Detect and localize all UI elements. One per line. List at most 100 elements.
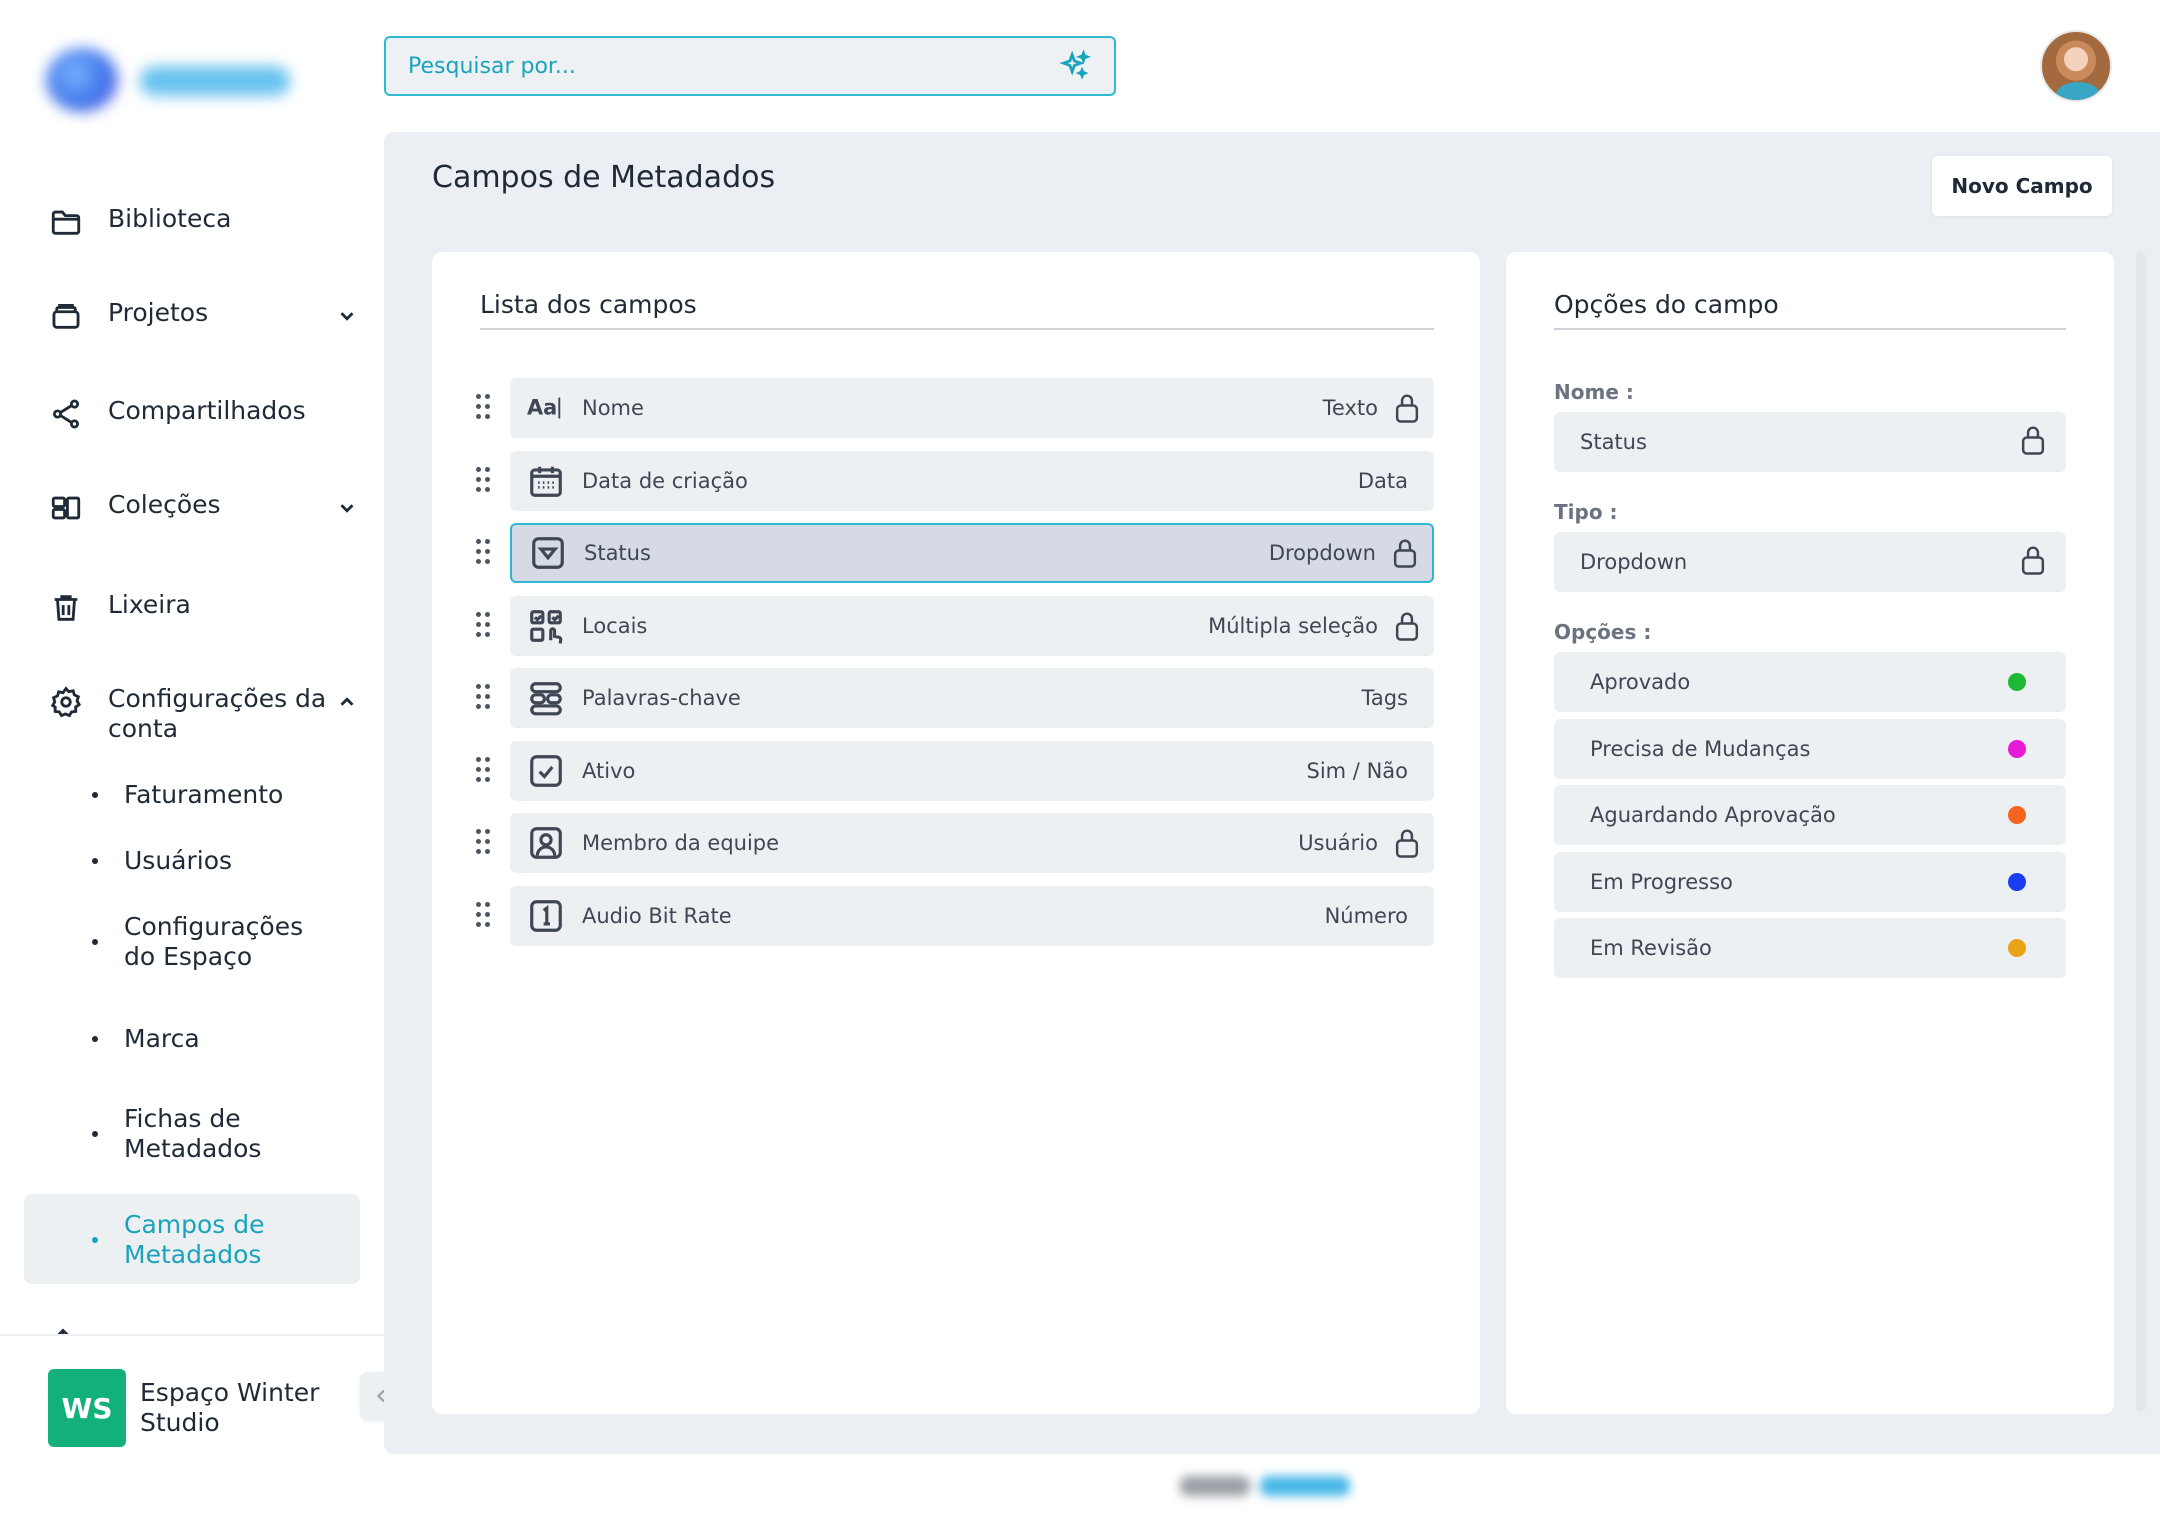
user-icon — [526, 823, 566, 863]
option-item[interactable]: Em Revisão — [1554, 918, 2066, 978]
field-type: Dropdown — [1268, 541, 1376, 565]
sidebar-subitem-label: Marca — [124, 1024, 200, 1053]
chevron-up-icon[interactable] — [336, 690, 358, 712]
svg-text:Aa: Aa — [527, 396, 557, 420]
option-item[interactable]: Precisa de Mudanças — [1554, 718, 2066, 779]
field-type: Texto — [1322, 396, 1378, 420]
option-item[interactable]: Aprovado — [1554, 652, 2066, 712]
sidebar-subitem-label: Configurações do Espaço — [124, 912, 304, 971]
sidebar-subitem-configuracoes-espaco[interactable]: Configurações do Espaço — [92, 912, 342, 972]
option-item[interactable]: Aguardando Aprovação — [1554, 785, 2066, 845]
drag-handle-icon[interactable] — [476, 539, 492, 567]
option-item[interactable]: Em Progresso — [1554, 851, 2066, 912]
page-title: Campos de Metadados — [432, 160, 776, 195]
sidebar-subitem-marca[interactable]: Marca — [92, 1024, 342, 1054]
sidebar-item-lixeira[interactable]: Lixeira — [48, 590, 358, 626]
checkbox-icon — [526, 751, 566, 791]
scrollbar[interactable] — [2136, 252, 2146, 1412]
lock-icon — [1392, 610, 1422, 642]
upload-icon — [57, 1328, 69, 1334]
field-options-title: Opções do campo — [1554, 290, 1779, 319]
divider — [1554, 328, 2066, 330]
field-item[interactable]: Audio Bit Rate Número — [510, 885, 1434, 946]
type-field[interactable]: Dropdown — [1554, 532, 2066, 592]
sidebar-subitem-faturamento[interactable]: Faturamento — [92, 780, 342, 810]
field-row[interactable]: Palavras-chave Tags — [432, 668, 1434, 728]
sidebar-item-label: Coleções — [108, 490, 221, 519]
field-item[interactable]: Status Dropdown — [510, 523, 1434, 583]
field-item[interactable]: Locais Múltipla seleção — [510, 595, 1434, 656]
field-item[interactable]: Ativo Sim / Não — [510, 740, 1434, 801]
option-label: Precisa de Mudanças — [1590, 736, 1811, 761]
sidebar-subitem-campos-metadados[interactable]: Campos de Metadados — [24, 1194, 360, 1284]
drag-handle-icon[interactable] — [476, 684, 492, 712]
search-input[interactable] — [408, 53, 1058, 79]
workspace-switcher[interactable]: WS Espaço Winter Studio — [48, 1369, 340, 1447]
new-field-button[interactable]: Novo Campo — [1932, 156, 2112, 216]
main-panel: Campos de Metadados Novo Campo Lista dos… — [384, 132, 2160, 1454]
chevron-down-icon[interactable] — [336, 496, 358, 518]
ai-sparkle-icon[interactable] — [1058, 49, 1092, 83]
sidebar-subitem-fichas-metadados[interactable]: Fichas de Metadados — [92, 1104, 342, 1164]
option-label: Em Revisão — [1590, 936, 1712, 960]
field-item[interactable]: Data de criação Data — [510, 450, 1434, 511]
field-type: Sim / Não — [1306, 758, 1408, 783]
sidebar-subitem-usuarios[interactable]: Usuários — [92, 846, 342, 876]
field-name: Data de criação — [582, 468, 748, 493]
type-value: Dropdown — [1580, 550, 1688, 574]
field-name: Palavras-chave — [582, 686, 741, 710]
sidebar-item-compartilhados[interactable]: Compartilhados — [48, 396, 358, 432]
text-icon: Aa — [526, 388, 566, 428]
field-type: Tags — [1361, 686, 1409, 710]
field-row[interactable]: Data de criação Data — [432, 450, 1434, 511]
field-name: Nome — [582, 396, 644, 420]
number-icon — [526, 896, 566, 936]
field-type: Data — [1357, 468, 1408, 493]
field-item[interactable]: Aa Nome Texto — [510, 378, 1434, 438]
sidebar-subitem-label: Faturamento — [124, 780, 284, 809]
sidebar-subitem-label: Campos de Metadados — [124, 1210, 265, 1269]
sidebar-item-biblioteca[interactable]: Biblioteca — [48, 204, 358, 240]
color-dot-icon[interactable] — [2008, 739, 2026, 758]
options-label: Opções : — [1554, 620, 1652, 644]
sidebar-item-projetos[interactable]: Projetos — [48, 298, 358, 334]
field-name: Membro da equipe — [582, 831, 780, 855]
color-dot-icon[interactable] — [2008, 673, 2026, 691]
field-name: Ativo — [582, 758, 636, 783]
drag-handle-icon[interactable] — [476, 756, 492, 785]
field-row[interactable]: Locais Múltipla seleção — [432, 595, 1434, 656]
field-row[interactable]: Aa Nome Texto — [432, 378, 1434, 438]
field-list-title: Lista dos campos — [480, 290, 697, 319]
sidebar-item-label: Biblioteca — [108, 204, 232, 233]
field-name: Audio Bit Rate — [582, 903, 732, 928]
lock-icon — [2018, 424, 2048, 460]
search-bar[interactable] — [384, 36, 1116, 96]
field-name: Status — [584, 541, 651, 565]
drag-handle-icon[interactable] — [476, 611, 492, 640]
type-label: Tipo : — [1554, 500, 1618, 524]
drag-handle-icon[interactable] — [476, 394, 492, 422]
user-avatar[interactable] — [2040, 30, 2112, 102]
drag-handle-icon[interactable] — [476, 901, 492, 930]
sidebar-item-configuracoes-conta[interactable]: Configurações da conta — [48, 684, 358, 744]
color-dot-icon[interactable] — [2008, 872, 2026, 891]
field-item[interactable]: Palavras-chave Tags — [510, 668, 1434, 728]
workspace-badge: WS — [48, 1369, 126, 1447]
field-item[interactable]: Membro da equipe Usuário — [510, 813, 1434, 873]
lock-icon — [1392, 827, 1422, 859]
chevron-down-icon[interactable] — [336, 304, 358, 326]
drag-handle-icon[interactable] — [476, 466, 492, 495]
field-row[interactable]: Membro da equipe Usuário — [432, 813, 1434, 873]
field-row[interactable]: Status Dropdown — [432, 523, 1434, 583]
sidebar-item-label: Compartilhados — [108, 396, 306, 425]
color-dot-icon[interactable] — [2008, 939, 2026, 957]
color-dot-icon[interactable] — [2008, 806, 2026, 824]
sidebar-item-colecoes[interactable]: Coleções — [48, 490, 358, 526]
field-row[interactable]: Ativo Sim / Não — [432, 740, 1434, 801]
drag-handle-icon[interactable] — [476, 829, 492, 857]
field-options-card: Opções do campo Nome : Status Tipo : Dro… — [1506, 252, 2114, 1414]
sidebar-overflow-item[interactable] — [48, 1318, 348, 1334]
name-field[interactable]: Status — [1554, 412, 2066, 472]
option-label: Aguardando Aprovação — [1590, 803, 1836, 827]
field-row[interactable]: Audio Bit Rate Número — [432, 885, 1434, 946]
